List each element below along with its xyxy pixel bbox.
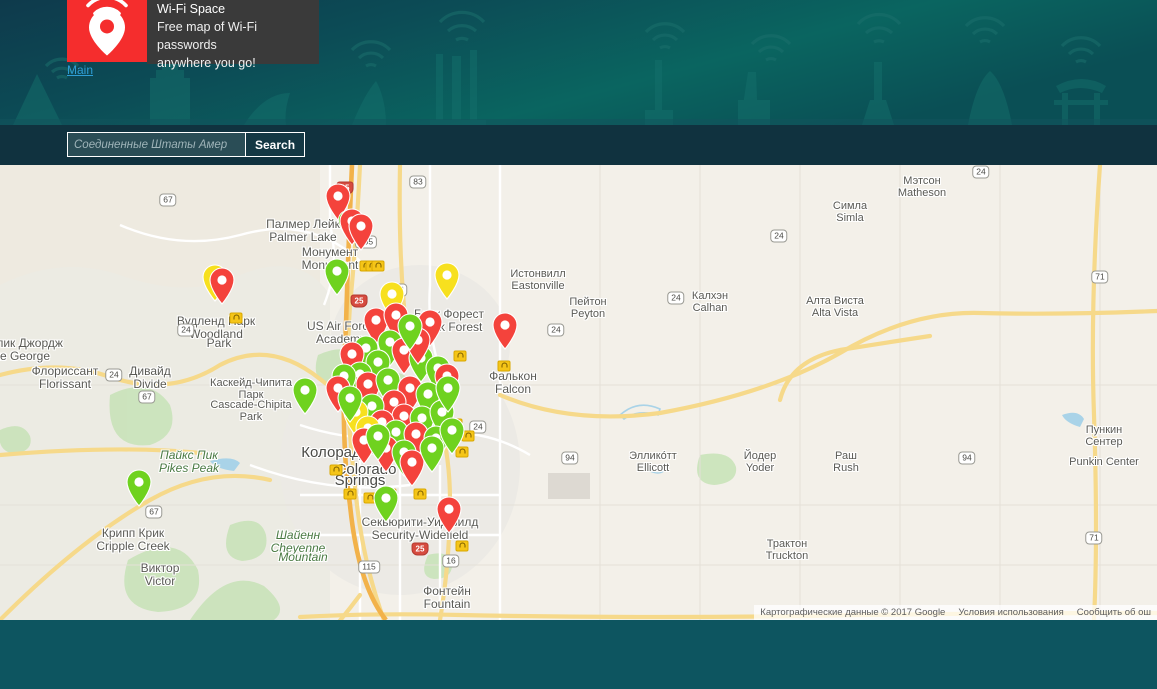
route-shield: 24	[770, 229, 788, 243]
wifi-pin-logo-icon	[86, 0, 128, 56]
route-shield: 115	[358, 560, 380, 574]
wifi-lock-icon[interactable]	[423, 428, 437, 440]
route-shield: 71	[1085, 531, 1103, 545]
map-attribution: Картографические данные © 2017 Google Ус…	[754, 605, 1157, 620]
nav-link-main[interactable]: Main	[67, 63, 93, 77]
bottom-toolbar: All Wi-Fi points ^ All ^	[0, 620, 1157, 689]
route-shield: 25	[336, 181, 354, 195]
route-shield: 24	[972, 165, 990, 179]
wifi-lock-icon[interactable]	[455, 446, 469, 458]
search-bar: Search	[0, 125, 1157, 165]
wifi-lock-icon[interactable]	[461, 430, 475, 442]
route-shield: 105	[354, 235, 378, 249]
route-shield: 24	[547, 323, 565, 337]
route-shield: 83	[409, 175, 427, 189]
wifi-lock-icon[interactable]	[343, 488, 357, 500]
site-logo[interactable]	[67, 0, 147, 62]
search-group: Search	[67, 132, 306, 157]
search-input[interactable]	[68, 133, 245, 156]
search-button[interactable]: Search	[245, 133, 305, 156]
wifi-lock-icon[interactable]	[395, 398, 409, 410]
route-shield: 24	[105, 368, 123, 382]
route-shield: 67	[145, 505, 163, 519]
wifi-lock-icon[interactable]	[371, 260, 385, 272]
wifi-lock-icon[interactable]	[412, 359, 426, 371]
wifi-lock-icon[interactable]	[436, 366, 450, 378]
map-tiles	[0, 165, 1157, 620]
attribution-terms[interactable]: Условия использования	[958, 607, 1063, 618]
logo-tooltip: Wi-Fi Space Free map of Wi-Fi passwords …	[147, 0, 319, 70]
wifi-lock-icon[interactable]	[413, 488, 427, 500]
route-shield: 24	[177, 323, 195, 337]
route-shield: 25	[411, 542, 429, 556]
map-viewport[interactable]: Палмер Лейк Palmer Lake Монумент Monument US…	[0, 165, 1157, 620]
attribution-report[interactable]: Сообщить об ош	[1077, 607, 1151, 618]
wifi-lock-icon[interactable]	[431, 404, 445, 416]
route-shield: 25	[350, 294, 368, 308]
route-shield: 94	[561, 451, 579, 465]
route-shield: 24	[667, 291, 685, 305]
wifi-lock-icon[interactable]	[402, 341, 416, 353]
wifi-lock-icon[interactable]	[329, 464, 343, 476]
tooltip-line1: Free map of Wi-Fi passwords	[157, 20, 258, 52]
tooltip-line2: anywhere you go!	[157, 56, 256, 70]
wifi-lock-icon[interactable]	[449, 418, 463, 430]
route-shield: 71	[1091, 270, 1109, 284]
wifi-lock-icon[interactable]	[383, 488, 397, 500]
wifi-lock-icon[interactable]	[378, 404, 392, 416]
wifi-lock-icon[interactable]	[455, 540, 469, 552]
wifi-lock-icon[interactable]	[497, 360, 511, 372]
route-shield: 67	[159, 193, 177, 207]
route-shield: 94	[958, 451, 976, 465]
header-banner: Wi-Fi Space Free map of Wi-Fi passwords …	[0, 0, 1157, 125]
wifi-lock-icon[interactable]	[453, 350, 467, 362]
wifi-space-app: Wi-Fi Space Free map of Wi-Fi passwords …	[0, 0, 1157, 689]
attribution-copyright: Картографические данные © 2017 Google	[760, 607, 946, 618]
wifi-lock-icon[interactable]	[363, 492, 377, 504]
tooltip-title: Wi-Fi Space	[157, 2, 226, 16]
route-shield: 16	[442, 554, 460, 568]
route-shield: 67	[138, 390, 156, 404]
route-shield: 83	[390, 283, 408, 297]
wifi-lock-icon[interactable]	[229, 312, 243, 324]
